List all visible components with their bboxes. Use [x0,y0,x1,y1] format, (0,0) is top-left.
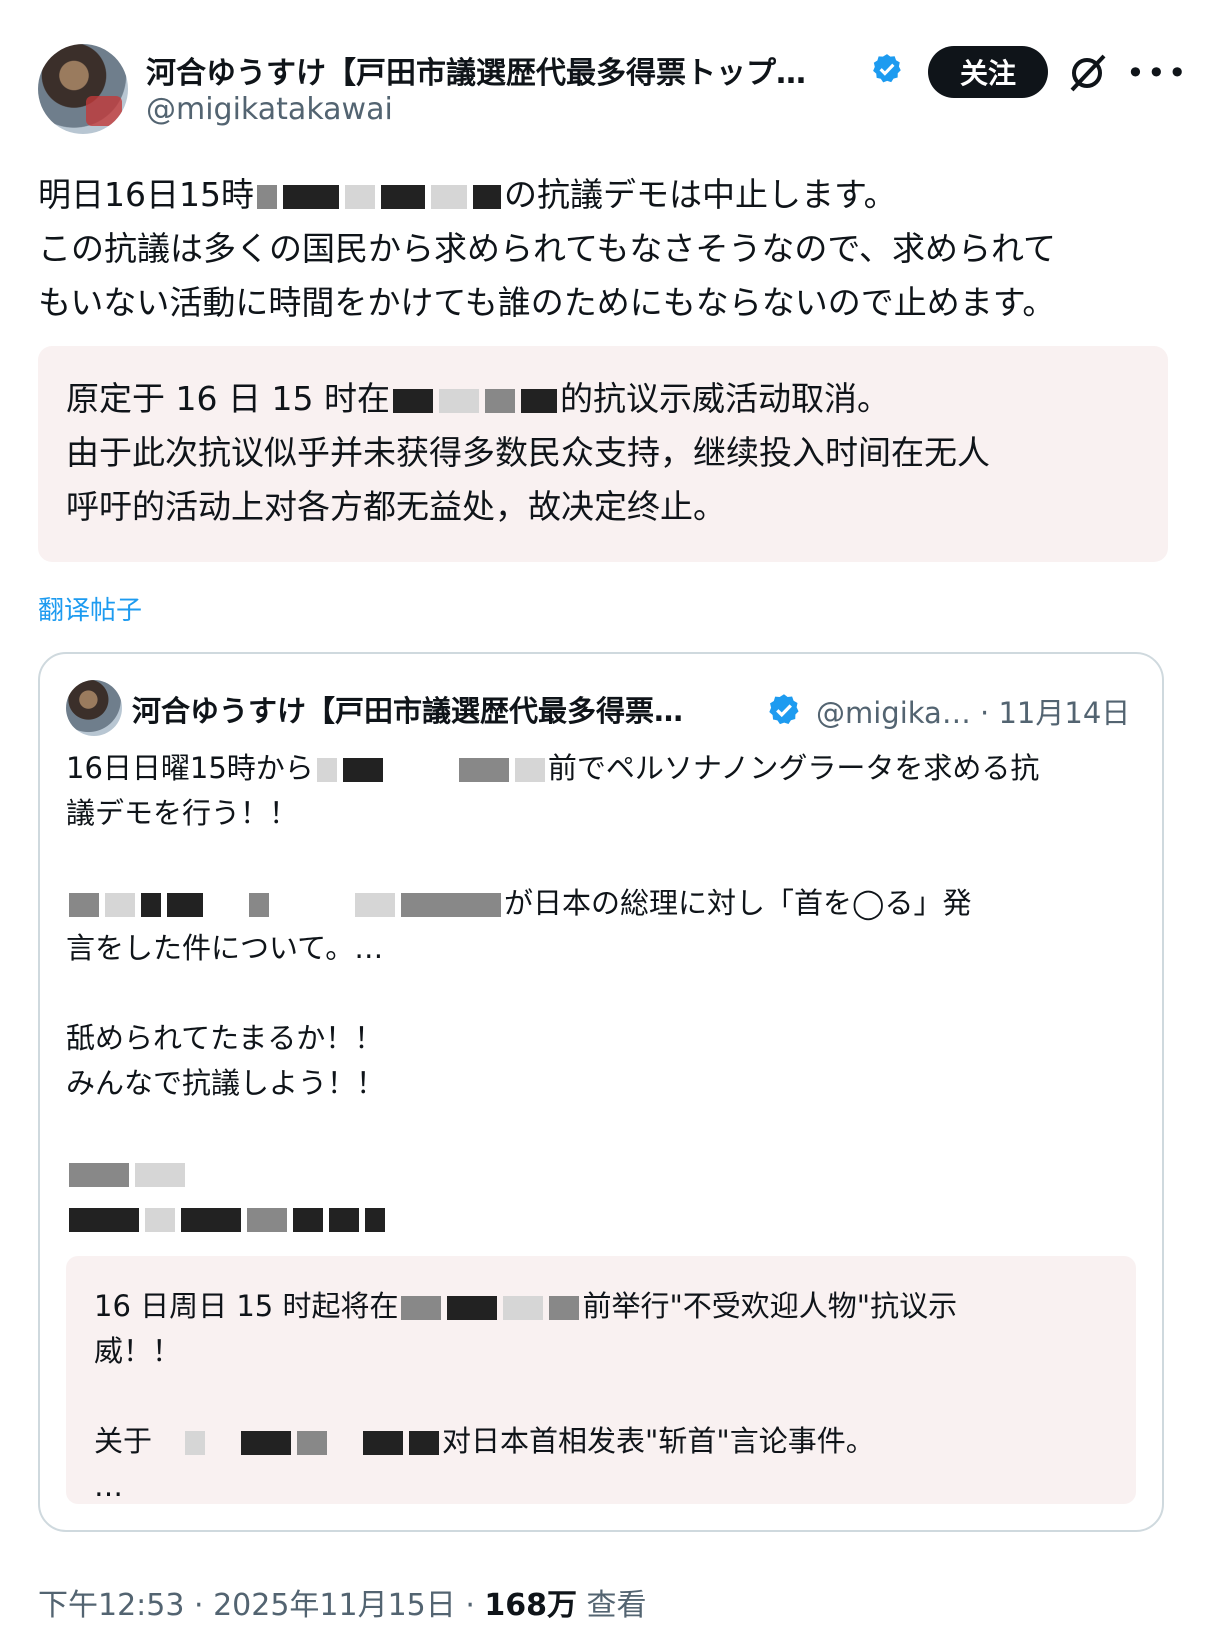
redacted-text [66,1156,188,1190]
redacted-text [254,175,504,214]
view-count: 168万 [484,1588,578,1623]
translate-post-link[interactable]: 翻译帖子 [38,590,142,627]
quoted-translation-text: 16 日周日 15 时起将在 前举行"不受欢迎人物"抗议示 威！！ 关于 对日本首相… [94,1289,958,1503]
quoted-date: · 11月14日 [980,696,1131,730]
author-avatar[interactable] [38,44,128,134]
redacted-text [66,1201,388,1235]
grok-icon[interactable] [1066,52,1108,94]
more-icon[interactable]: ••• [1126,54,1187,92]
post-line-1: 明日16日15時 の抗議デモは中止します。 [38,175,897,214]
quoted-author-handle: @migika… · 11月14日 [816,696,1131,730]
post-time[interactable]: 下午12:53 [38,1588,184,1623]
redacted-text [390,379,560,418]
redacted-text [398,1289,582,1323]
post-date[interactable]: 2025年11月15日 [213,1588,456,1623]
post-line-2: この抗議は多くの国民から求められてもなさそうなので、求められて [38,229,1057,268]
author-handle[interactable]: @migikatakawai [146,92,393,127]
redacted-text [152,1424,442,1458]
follow-button[interactable]: 关注 [928,46,1048,98]
quoted-author-avatar [66,680,122,736]
author-display-name[interactable]: 河合ゆうすけ【戸田市議選歴代最多得票トップ… [146,48,806,92]
quoted-author-name: 河合ゆうすけ【戸田市議選歴代最多得票… [132,694,684,728]
post-line-3: もいない活動に時間をかけても誰のためにもならないので止めます。 [38,283,1056,322]
post-text: 明日16日15時 の抗議デモは中止します。 この抗議は多くの国民から求められてもな… [38,168,1168,330]
redacted-text [66,886,504,920]
redacted-text [314,751,548,785]
post-meta: 下午12:53 · 2025年11月15日 · 168万 查看 [38,1588,647,1623]
verified-badge-icon [769,694,799,725]
translation-text: 原定于 16 日 15 时在 的抗议示威活动取消。 由于此次抗议似乎并未获得多数民… [66,379,990,526]
verified-badge-icon [873,54,901,83]
view-label: 查看 [577,1588,647,1623]
quoted-post-text: 16日日曜15時から 前でペルソナノングラータを求める抗 議デモを行う！！ が日本… [66,746,1136,1241]
